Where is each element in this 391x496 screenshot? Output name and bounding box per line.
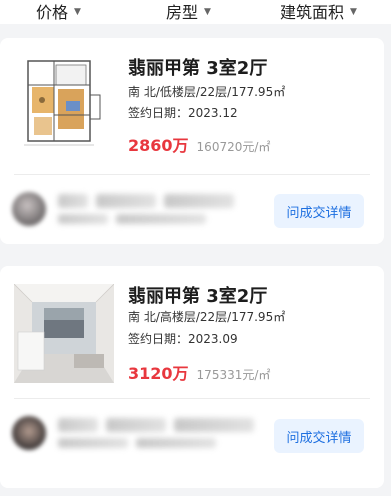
listing-title: 翡丽甲第 3室2厅 <box>128 58 268 79</box>
chevron-down-icon: ▼ <box>74 7 81 17</box>
avatar <box>12 416 46 450</box>
listing-unit-price: 175331元/㎡ <box>196 368 271 382</box>
divider <box>14 398 370 399</box>
filter-area-label: 建筑面积 <box>280 3 345 22</box>
chevron-down-icon: ▼ <box>350 7 357 17</box>
price-row: 3120万 175331元/㎡ <box>128 360 270 384</box>
listing-unit-price: 160720元/㎡ <box>196 140 271 154</box>
ask-deal-details-button[interactable]: 问成交详情 <box>274 194 364 228</box>
listing-info: 南 北/高楼层/22层/177.95㎡ <box>128 310 286 324</box>
listing-title: 翡丽甲第 3室2厅 <box>128 286 268 307</box>
filter-layout-label: 房型 <box>166 3 199 22</box>
divider <box>14 174 370 175</box>
floor-plan-image <box>14 55 114 148</box>
agent-info[interactable] <box>12 192 234 226</box>
avatar <box>12 192 46 226</box>
filter-area[interactable]: 建筑面积 ▼ <box>280 0 357 22</box>
filter-price[interactable]: 价格 ▼ <box>36 0 81 22</box>
listing-date: 签约日期：2023.12 <box>128 106 238 120</box>
listing-card[interactable]: 翡丽甲第 3室2厅 南 北/高楼层/22层/177.95㎡ 签约日期：2023.… <box>0 266 384 488</box>
ask-deal-details-button[interactable]: 问成交详情 <box>274 419 364 453</box>
price-row: 2860万 160720元/㎡ <box>128 132 270 156</box>
agent-name-blurred <box>58 418 254 448</box>
listing-info: 南 北/低楼层/22层/177.95㎡ <box>128 85 286 99</box>
listing-card[interactable]: 翡丽甲第 3室2厅 南 北/低楼层/22层/177.95㎡ 签约日期：2023.… <box>0 38 384 244</box>
listing-price: 2860万 <box>128 136 189 155</box>
listing-date: 签约日期：2023.09 <box>128 332 238 346</box>
filter-price-label: 价格 <box>36 3 69 22</box>
agent-info[interactable] <box>12 416 254 450</box>
chevron-down-icon: ▼ <box>204 7 211 17</box>
agent-name-blurred <box>58 194 234 224</box>
filter-layout[interactable]: 房型 ▼ <box>166 0 211 22</box>
room-photo-image <box>14 284 114 383</box>
listing-price: 3120万 <box>128 364 189 383</box>
filter-bar: 价格 ▼ 房型 ▼ 建筑面积 ▼ <box>0 0 391 24</box>
